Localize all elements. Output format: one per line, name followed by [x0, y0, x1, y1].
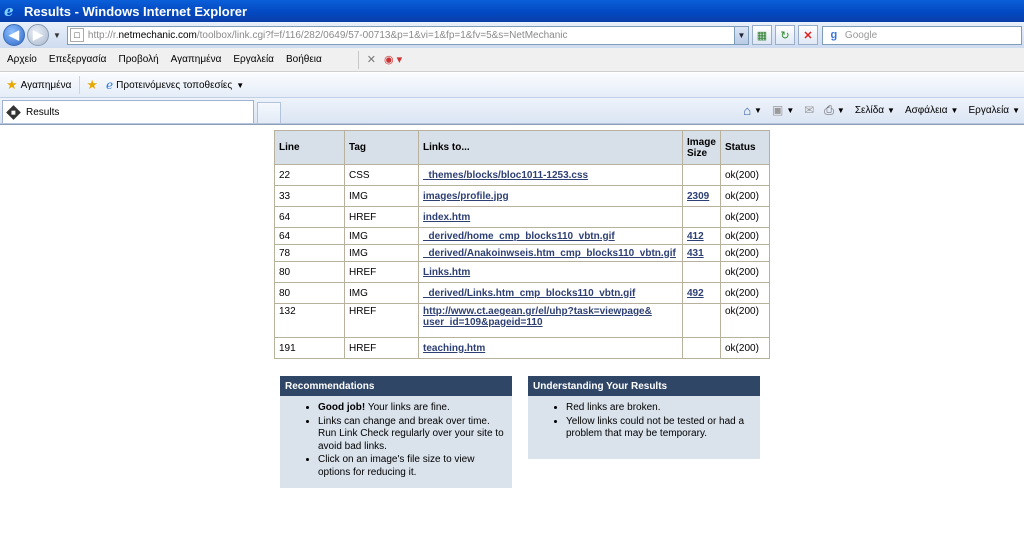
table-row: 191 HREF teaching.htm ok(200) — [274, 337, 770, 359]
image-size-link[interactable]: 492 — [687, 288, 704, 299]
mail-icon: ✉ — [804, 103, 815, 117]
menu-view[interactable]: Προβολή — [112, 54, 164, 65]
header-line: Line — [274, 130, 345, 165]
translate-icon[interactable]: ◉ ▾ — [384, 53, 402, 66]
page-menu-button[interactable]: Σελίδα ▼ — [855, 105, 895, 116]
tab-results[interactable]: ◆ Results — [2, 100, 254, 123]
menu-file[interactable]: Αρχείο — [0, 54, 43, 65]
list-item: Links can change and break over time. Ru… — [318, 416, 504, 454]
add-favorite-icon[interactable]: ★ — [86, 77, 98, 93]
table-row: 22 CSS _themes/blocks/bloc1011-1253.css … — [274, 164, 770, 186]
results-table: Line Tag Links to... Image Size Status 2… — [274, 130, 770, 359]
command-bar: ⌂ ▼ ▣ ▼ ✉ ⎙ ▼ Σελίδα ▼ Ασφάλεια ▼ Εργαλεία ▼ — [733, 98, 1024, 122]
refresh-icon[interactable]: ↻ — [774, 25, 795, 45]
header-image-size: Image Size — [682, 130, 721, 165]
menu-separator — [357, 50, 359, 69]
link[interactable]: http://www.ct.aegean.gr/el/uhp?task=view… — [423, 306, 652, 328]
mail-button[interactable]: ✉ — [804, 103, 814, 117]
recommendations-title: Recommendations — [280, 376, 512, 396]
recommendations-list: Good job! Your links are fine. Links can… — [280, 396, 512, 488]
stop-icon[interactable]: ✕ — [797, 25, 818, 45]
print-button[interactable]: ⎙ ▼ — [824, 103, 845, 118]
understanding-list: Red links are broken. Yellow links could… — [528, 396, 760, 450]
link[interactable]: teaching.htm — [423, 343, 485, 354]
address-url[interactable]: http://r.netmechanic.com/toolbox/link.cg… — [88, 30, 734, 41]
link[interactable]: _themes/blocks/bloc1011-1253.css — [423, 170, 588, 181]
ie-logo-icon: e — [4, 2, 14, 20]
menu-help[interactable]: Βοήθεια — [280, 54, 328, 65]
page-icon: □ — [69, 28, 84, 42]
menu-edit[interactable]: Επεξεργασία — [43, 54, 113, 65]
forward-button[interactable]: ▶ — [27, 24, 49, 46]
print-icon: ⎙ — [824, 102, 834, 117]
safety-menu-button[interactable]: Ασφάλεια ▼ — [905, 105, 959, 116]
list-item: Good job! Your links are fine. — [318, 402, 504, 415]
suggested-sites-icon: e — [106, 78, 114, 92]
window-title: Results - Windows Internet Explorer — [24, 3, 248, 19]
table-row: 33 IMG images/profile.jpg 2309 ok(200) — [274, 185, 770, 207]
compatibility-view-icon[interactable]: ▦ — [751, 25, 772, 45]
link[interactable]: _derived/Links.htm_cmp_blocks110_vbtn.gi… — [423, 288, 635, 299]
menu-favorites[interactable]: Αγαπημένα — [165, 54, 228, 65]
home-button[interactable]: ⌂ ▼ — [743, 103, 762, 118]
table-row: 132 HREF http://www.ct.aegean.gr/el/uhp?… — [274, 303, 770, 338]
new-tab-button[interactable] — [257, 102, 281, 123]
link[interactable]: Links.htm — [423, 267, 470, 278]
link[interactable]: index.htm — [423, 212, 470, 223]
suggested-sites-button[interactable]: Προτεινόμενες τοποθεσίες — [116, 80, 232, 91]
favorites-button[interactable]: Αγαπημένα — [21, 80, 72, 91]
table-header-row: Line Tag Links to... Image Size Status — [274, 130, 770, 165]
netmechanic-icon: ◆ — [6, 104, 21, 120]
menu-tools[interactable]: Εργαλεία — [227, 54, 280, 65]
table-row: 64 IMG _derived/home_cmp_blocks110_vbtn.… — [274, 227, 770, 245]
google-icon: g — [830, 29, 838, 41]
image-size-link[interactable]: 412 — [687, 231, 704, 242]
rss-icon: ▣ — [771, 103, 784, 117]
image-size-link[interactable]: 2309 — [687, 191, 709, 202]
search-input[interactable]: g Google — [821, 25, 1022, 45]
table-row: 80 HREF Links.htm ok(200) — [274, 261, 770, 283]
suggested-sites-dropdown-icon[interactable]: ▼ — [236, 81, 244, 90]
home-icon: ⌂ — [743, 102, 752, 118]
header-links-to: Links to... — [418, 130, 683, 165]
address-toolbar: ◀ ▶ ▼ □ http://r.netmechanic.com/toolbox… — [0, 22, 1024, 48]
recommendations-panel: Recommendations Good job! Your links are… — [280, 376, 512, 488]
link[interactable]: _derived/home_cmp_blocks110_vbtn.gif — [423, 231, 615, 242]
header-tag: Tag — [344, 130, 419, 165]
table-row: 80 IMG _derived/Links.htm_cmp_blocks110_… — [274, 282, 770, 304]
page-content: Line Tag Links to... Image Size Status 2… — [0, 124, 1024, 553]
favorites-separator — [79, 76, 81, 94]
search-placeholder: Google — [844, 29, 878, 41]
back-button[interactable]: ◀ — [3, 24, 25, 46]
table-row: 78 IMG _derived/Anakoinwseis.htm_cmp_blo… — [274, 244, 770, 262]
window-title-bar: e Results - Windows Internet Explorer — [0, 0, 1024, 22]
favorites-star-icon[interactable]: ★ — [6, 77, 18, 93]
address-dropdown-icon[interactable]: ▼ — [733, 26, 748, 44]
header-status: Status — [720, 130, 770, 165]
address-input[interactable]: □ http://r.netmechanic.com/toolbox/link.… — [66, 25, 749, 45]
understanding-results-panel: Understanding Your Results Red links are… — [528, 376, 760, 459]
list-item: Click on an image's file size to view op… — [318, 454, 504, 479]
feeds-button[interactable]: ▣ ▼ — [772, 103, 794, 117]
link[interactable]: images/profile.jpg — [423, 191, 509, 202]
tools-menu-button[interactable]: Εργαλεία ▼ — [968, 105, 1020, 116]
list-item: Yellow links could not be tested or had … — [566, 416, 752, 441]
menu-bar: Αρχείο Επεξεργασία Προβολή Αγαπημένα Εργ… — [0, 48, 1024, 72]
close-toolbar-icon[interactable]: ✕ — [367, 53, 376, 66]
table-row: 64 HREF index.htm ok(200) — [274, 206, 770, 228]
history-dropdown-icon[interactable]: ▼ — [53, 31, 61, 40]
link[interactable]: _derived/Anakoinwseis.htm_cmp_blocks110_… — [423, 248, 676, 259]
favorites-bar: ★ Αγαπημένα ★ e Προτεινόμενες τοποθεσίες… — [0, 73, 1024, 98]
tab-title: Results — [26, 106, 60, 118]
list-item: Red links are broken. — [566, 402, 752, 415]
understanding-results-title: Understanding Your Results — [528, 376, 760, 396]
image-size-link[interactable]: 431 — [687, 248, 704, 259]
